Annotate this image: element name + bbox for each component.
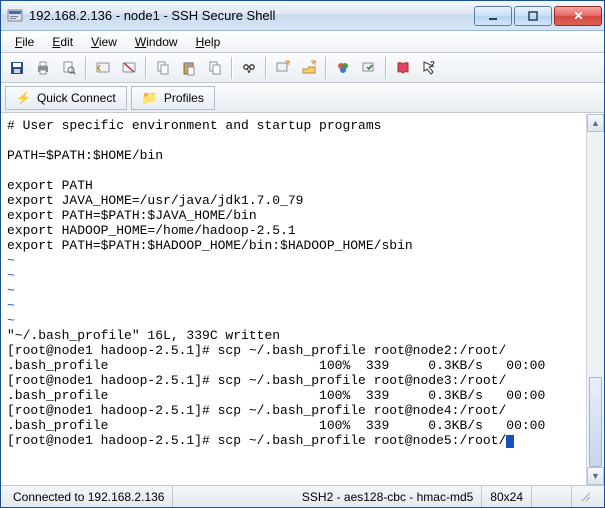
scrollbar[interactable]: ▲ ▼ [586,114,604,485]
find-icon[interactable] [237,56,261,80]
profiles-label: Profiles [164,91,204,105]
close-button[interactable] [554,6,602,26]
save-icon[interactable] [5,56,29,80]
toolbar-separator [231,57,233,79]
menu-window[interactable]: Window [127,33,186,51]
scroll-up-button[interactable]: ▲ [587,114,604,132]
menu-edit[interactable]: Edit [44,33,81,51]
scroll-down-button[interactable]: ▼ [587,467,604,485]
status-grip [572,486,600,507]
status-size: 80x24 [482,486,532,507]
toolbar-separator [385,57,387,79]
scroll-track[interactable] [587,132,604,467]
toolbar-main: ? [1,53,604,83]
paste-icon[interactable] [177,56,201,80]
app-window: 192.168.2.136 - node1 - SSH Secure Shell… [0,0,605,508]
app-icon [7,8,23,24]
titlebar: 192.168.2.136 - node1 - SSH Secure Shell [1,1,604,31]
menubar: File Edit View Window Help [1,31,604,53]
statusbar: Connected to 192.168.2.136 SSH2 - aes128… [1,485,604,507]
status-empty1 [532,486,572,507]
settings-icon[interactable] [357,56,381,80]
profiles-button[interactable]: 📁 Profiles [131,86,215,110]
quick-connect-label: Quick Connect [37,91,116,105]
terminal-area: # User specific environment and startup … [1,113,604,485]
terminal[interactable]: # User specific environment and startup … [1,114,586,485]
quick-connect-button[interactable]: ⚡ Quick Connect [5,86,127,110]
lightning-icon: ⚡ [16,91,31,105]
toolbar-tabs: ⚡ Quick Connect 📁 Profiles [1,83,604,113]
folder-icon: 📁 [142,90,158,106]
connect-icon[interactable] [91,56,115,80]
colors-icon[interactable] [331,56,355,80]
toolbar-separator [265,57,267,79]
help-book-icon[interactable] [391,56,415,80]
svg-text:?: ? [430,60,435,69]
maximize-button[interactable] [514,6,552,26]
window-title: 192.168.2.136 - node1 - SSH Secure Shell [29,8,474,23]
menu-view[interactable]: View [83,33,125,51]
menu-file[interactable]: File [7,33,42,51]
status-connected: Connected to 192.168.2.136 [5,486,173,507]
window-controls [474,6,602,26]
new-transfer-icon[interactable] [297,56,321,80]
minimize-button[interactable] [474,6,512,26]
status-cipher: SSH2 - aes128-cbc - hmac-md5 [294,486,482,507]
print-icon[interactable] [31,56,55,80]
copy-icon[interactable] [151,56,175,80]
new-terminal-icon[interactable] [271,56,295,80]
toolbar-separator [145,57,147,79]
toolbar-separator [85,57,87,79]
toolbar-separator [325,57,327,79]
disconnect-icon[interactable] [117,56,141,80]
whats-this-icon[interactable]: ? [417,56,441,80]
menu-help[interactable]: Help [188,33,229,51]
scroll-thumb[interactable] [589,377,602,467]
preview-icon[interactable] [57,56,81,80]
copy2-icon[interactable] [203,56,227,80]
